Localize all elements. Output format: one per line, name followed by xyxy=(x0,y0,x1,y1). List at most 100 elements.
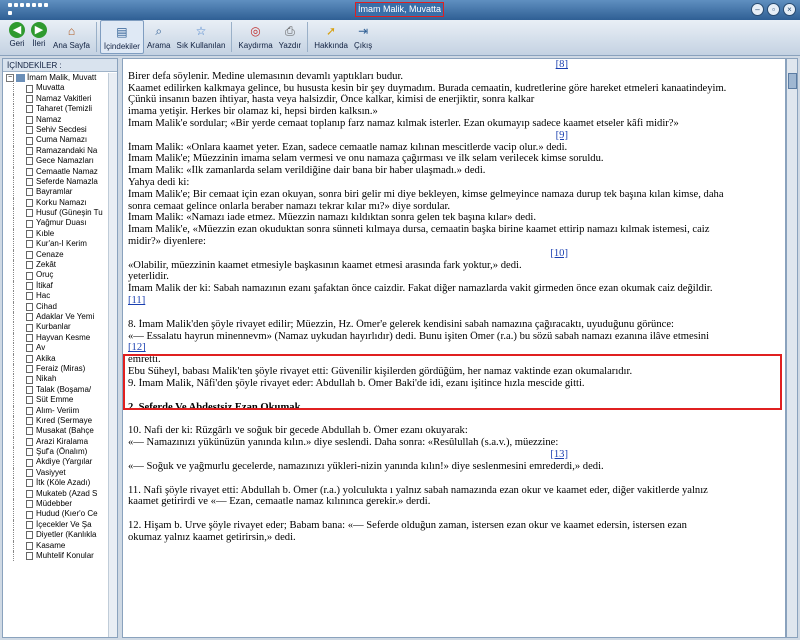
footnote-link[interactable]: [12] xyxy=(128,342,778,354)
tree-item[interactable]: Nikah xyxy=(13,374,109,385)
window-title: İmam Malik, Muvatta xyxy=(355,2,444,17)
tree-item[interactable]: Alım- Veriim xyxy=(13,405,109,416)
scroll-thumb[interactable] xyxy=(788,73,797,89)
tree-item[interactable]: Muhtelif Konular xyxy=(13,550,109,562)
text-line: 10. Nafi der ki: Rüzgârlı ve soğuk bir g… xyxy=(128,425,468,437)
tree-item[interactable]: Diyetler (Kanlıkla xyxy=(13,530,109,541)
document-icon xyxy=(26,458,33,467)
tree-item[interactable]: Süt Emme xyxy=(13,395,109,406)
forward-button[interactable]: ▶ İleri xyxy=(28,20,50,54)
tree-item[interactable]: Sehiv Secdesi xyxy=(13,124,109,136)
document-icon xyxy=(26,448,33,457)
tree-item[interactable]: Hac xyxy=(13,291,109,302)
print-button[interactable]: ⎙ Yazdır xyxy=(276,20,305,54)
tree-item[interactable]: Arazi Kiralama xyxy=(13,436,109,448)
tree-item[interactable]: Talak (Boşama/ xyxy=(13,384,109,396)
tree-item[interactable]: Muvatta xyxy=(13,83,109,94)
star-icon: ☆ xyxy=(195,24,207,38)
footnote-link[interactable]: [8] xyxy=(128,59,778,71)
tree-item[interactable]: Taharet (Temizli xyxy=(13,104,109,115)
search-button[interactable]: ⌕ Arama xyxy=(144,20,174,54)
search-icon: ⌕ xyxy=(155,24,163,38)
tree-item[interactable]: Av xyxy=(13,343,109,354)
document-icon xyxy=(26,406,33,415)
document-icon xyxy=(26,261,33,270)
tree-item[interactable]: Hayvan Kesme xyxy=(13,332,109,344)
tree-item[interactable]: Kıred (Sermaye xyxy=(13,415,109,427)
exit-icon: ⇥ xyxy=(358,24,369,38)
tree-item[interactable]: Namaz xyxy=(13,114,109,125)
tree-item[interactable]: Seferde Namazla xyxy=(13,176,109,188)
text-line: İmam Malik der ki: Sabah namazının ezanı… xyxy=(128,283,713,295)
tree-item[interactable]: Cenaze xyxy=(13,249,109,261)
exit-button[interactable]: ⇥ Çıkış xyxy=(351,20,375,54)
close-icon[interactable]: × xyxy=(783,3,796,16)
title-bar[interactable]: İmam Malik, Muvatta – ▫ × xyxy=(0,0,800,20)
tree-item[interactable]: İtk (Köle Azadı) xyxy=(13,478,109,489)
favorites-button[interactable]: ☆ Sık Kullanılan xyxy=(174,20,229,54)
tree-item[interactable]: Gece Namazları xyxy=(13,156,109,167)
tree-item[interactable]: Vasiyyet xyxy=(13,467,109,479)
tree-item[interactable]: Kıble xyxy=(13,228,109,240)
tree-item[interactable]: Şuf'a (Önalım) xyxy=(13,447,109,458)
tree-item[interactable]: Akdiye (Yargılar xyxy=(13,457,109,468)
tree-item[interactable]: Korku Namazı xyxy=(13,197,109,209)
sidebar-scrollbar[interactable] xyxy=(108,73,117,637)
home-icon: ⌂ xyxy=(67,24,76,38)
tree-item[interactable]: Husuf (Güneşin Tu xyxy=(13,208,109,219)
tree-item[interactable]: Cemaatle Namaz xyxy=(13,166,109,177)
document-icon xyxy=(26,323,33,332)
tree-item[interactable]: Oruç xyxy=(13,270,109,281)
app-window: İmam Malik, Muvatta – ▫ × ◀ Geri ▶ İleri ⌂… xyxy=(0,0,800,640)
footnote-link[interactable]: [11] xyxy=(128,295,778,307)
document-icon xyxy=(26,115,33,124)
tree-item[interactable]: İtikaf xyxy=(13,280,109,292)
tree-item[interactable]: Cihad xyxy=(13,301,109,312)
tree-item[interactable]: Kurbanlar xyxy=(13,322,109,333)
tree-item[interactable]: Hudud (Kıer'o Ce xyxy=(13,509,109,520)
scroll-button[interactable]: ◎ Kaydırma xyxy=(235,20,275,54)
tree-root[interactable]: − İmam Malik, Muvatt xyxy=(6,73,109,83)
app-menu-icon[interactable] xyxy=(8,3,50,17)
tree-item[interactable]: Feraiz (Miras) xyxy=(13,363,109,375)
document-icon xyxy=(26,520,33,529)
minimize-icon[interactable]: – xyxy=(751,3,764,16)
tree-item[interactable]: Adaklar Ve Yemi xyxy=(13,311,109,323)
collapse-icon[interactable]: − xyxy=(6,74,14,83)
document-icon xyxy=(26,375,33,384)
text-line: «— Essalatu hayrun minennevm» (Namaz uyk… xyxy=(128,330,710,342)
tree-item[interactable]: Ramazandaki Na xyxy=(13,145,109,157)
text-line: İmam Malik'e, «Müezzin ezan okuduktan so… xyxy=(128,224,710,236)
tree-item[interactable]: Zekât xyxy=(13,260,109,271)
back-button[interactable]: ◀ Geri xyxy=(6,20,28,54)
maximize-icon[interactable]: ▫ xyxy=(767,3,780,16)
contents-button[interactable]: ▤ İçindekiler xyxy=(99,20,144,54)
document-icon xyxy=(26,188,33,197)
tree-item[interactable]: Müdebber xyxy=(13,499,109,510)
tree-item[interactable]: Mukateb (Azad S xyxy=(13,488,109,500)
text-line: yeterlidir. xyxy=(128,271,169,283)
home-button[interactable]: ⌂ Ana Sayfa xyxy=(50,20,93,54)
book-icon xyxy=(16,74,25,83)
content-scrollbar[interactable] xyxy=(786,58,798,638)
document-icon xyxy=(26,541,33,550)
tree-item[interactable]: Akika xyxy=(13,353,109,364)
text-line: Çünkü insanın bazen ihtiyar, hasta veya … xyxy=(128,94,535,106)
footnote-link[interactable]: [10] xyxy=(128,248,778,260)
tree-item[interactable]: Namaz Vakitleri xyxy=(13,93,109,105)
tree-item[interactable]: Bayramlar xyxy=(13,187,109,198)
tree-item[interactable]: Kasame xyxy=(13,540,109,551)
text-line: İmam Malik: «İlk zamanlarda selam verild… xyxy=(128,165,486,177)
footnote-link[interactable]: [9] xyxy=(128,130,778,142)
tree-item[interactable]: Yağmur Duası xyxy=(13,218,109,229)
footnote-link[interactable]: [13] xyxy=(128,449,778,461)
tree-item[interactable]: Cuma Namazı xyxy=(13,135,109,146)
tree-item[interactable]: İçecekler Ve Şa xyxy=(13,519,109,531)
tree-item[interactable]: Musakat (Bahçe xyxy=(13,426,109,437)
document-icon xyxy=(26,167,33,176)
tree-item[interactable]: Kur'an-I Kerim xyxy=(13,239,109,250)
document-icon xyxy=(26,365,33,374)
about-button[interactable]: ➚ Hakkında xyxy=(311,20,351,54)
document-icon xyxy=(26,178,33,187)
